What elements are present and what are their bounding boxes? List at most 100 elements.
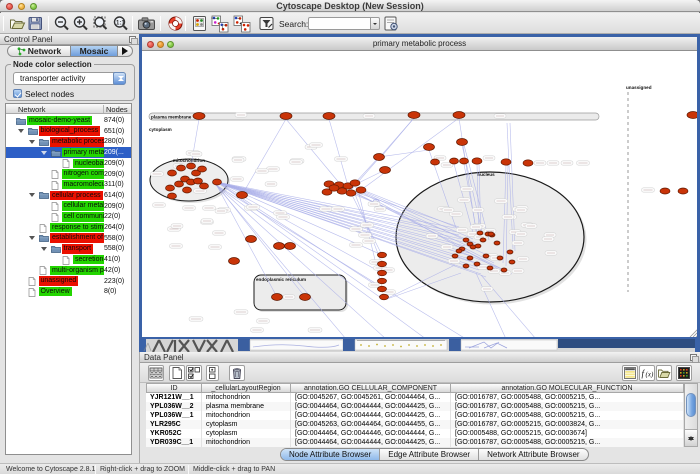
new-attribute-icon[interactable] xyxy=(169,365,185,381)
network-node[interactable] xyxy=(463,264,469,268)
snapshot-camera-icon[interactable] xyxy=(137,15,156,32)
tab-mosaic[interactable]: Mosaic xyxy=(70,46,118,56)
attribute-browser-tab[interactable]: Node Attribute Browser xyxy=(281,449,380,460)
zoom-out-icon[interactable] xyxy=(53,15,70,32)
search-input[interactable] xyxy=(308,17,371,30)
vizmapper-lifesaver-icon[interactable] xyxy=(167,15,184,32)
network-node[interactable] xyxy=(509,260,515,264)
tree-row[interactable]: nucleobase-209(0) xyxy=(6,158,131,169)
network-node[interactable] xyxy=(687,112,697,119)
select-attributes-icon[interactable] xyxy=(186,365,202,381)
network-node[interactable] xyxy=(457,139,468,146)
import-attributes-folder-icon[interactable] xyxy=(656,365,672,381)
network-node[interactable] xyxy=(474,262,480,266)
annotation-icon[interactable] xyxy=(258,15,275,32)
network-node[interactable] xyxy=(408,112,420,119)
network-node[interactable] xyxy=(460,158,469,164)
table-cell[interactable]: [GO:0016787, GO:0005488, GO:0005215, G..… xyxy=(451,411,684,420)
network-node[interactable] xyxy=(246,236,257,243)
tab-network[interactable]: Network xyxy=(8,46,70,56)
tree-row[interactable]: unassigned223(0) xyxy=(6,276,131,287)
network-node[interactable] xyxy=(378,286,387,292)
network-node[interactable] xyxy=(501,268,507,272)
network-node[interactable] xyxy=(378,252,387,258)
table-cell[interactable]: [GO:0044464, GO:0044444, GO:0044425, G..… xyxy=(291,438,451,447)
network-node[interactable] xyxy=(424,144,435,151)
tree-expand-icon[interactable] xyxy=(29,236,35,243)
table-cell[interactable]: YPL036W__2 xyxy=(146,402,202,411)
tree-expand-icon[interactable] xyxy=(41,247,47,254)
network-view-titlebar[interactable]: primary metabolic process xyxy=(142,37,697,51)
tree-row[interactable]: cell communicat22(0) xyxy=(6,211,131,222)
tree-row[interactable]: metabolic process280(0) xyxy=(6,136,131,147)
network-node[interactable] xyxy=(300,294,311,301)
table-cell[interactable]: [GO:0044464, GO:0044444, GO:0044425, G..… xyxy=(291,402,451,411)
tree-row[interactable]: primary metabo209(... xyxy=(6,147,131,158)
scrollbar-arrows[interactable] xyxy=(685,429,697,446)
network-node[interactable] xyxy=(380,167,391,174)
table-cell[interactable]: YJR121W__1 xyxy=(146,393,202,402)
table-cell[interactable]: YPL036W__1 xyxy=(146,411,202,420)
attribute-browser-tab[interactable]: Edge Attribute Browser xyxy=(380,449,479,460)
network-node[interactable] xyxy=(285,243,296,250)
network-node[interactable] xyxy=(660,188,670,194)
copy-network-icon[interactable] xyxy=(233,15,250,32)
network-node[interactable] xyxy=(678,188,688,194)
network-node[interactable] xyxy=(483,254,489,258)
formula-builder-icon[interactable]: f(x) xyxy=(639,365,655,381)
table-cell[interactable]: [GO:0044464, GO:0044444, GO:0044425, G..… xyxy=(291,411,451,420)
network-node[interactable] xyxy=(456,249,462,253)
network-node[interactable] xyxy=(323,113,335,120)
network-node[interactable] xyxy=(272,294,283,301)
network-node[interactable] xyxy=(200,183,209,189)
network-node[interactable] xyxy=(378,270,387,276)
table-cell[interactable]: mitochondrion xyxy=(202,393,291,402)
network-node[interactable] xyxy=(431,159,440,165)
network-canvas[interactable]: plasma membranecytoplasmunassignedmitoch… xyxy=(142,51,697,337)
network-node[interactable] xyxy=(374,154,385,161)
zoom-selected-icon[interactable] xyxy=(92,15,109,32)
network-node[interactable] xyxy=(346,190,356,196)
table-cell[interactable]: mitochondrion xyxy=(202,438,291,447)
network-node[interactable] xyxy=(378,278,387,284)
table-cell[interactable]: [GO:0016787, GO:0005488, GO:0005215, G..… xyxy=(451,402,684,411)
table-cell[interactable]: cytoplasm xyxy=(202,429,291,438)
table-cell[interactable]: plasma membrane xyxy=(202,402,291,411)
tree-expand-icon[interactable] xyxy=(18,129,24,136)
network-node[interactable] xyxy=(523,160,533,166)
network-node[interactable] xyxy=(452,254,458,258)
network-node[interactable] xyxy=(193,113,205,120)
table-cell[interactable]: [GO:0045263, GO:0044464, GO:0044455, G..… xyxy=(291,420,451,429)
network-node[interactable] xyxy=(175,181,184,187)
network-node[interactable] xyxy=(487,266,493,270)
node-color-dropdown[interactable]: transporter activity xyxy=(13,72,126,85)
table-column-header[interactable]: ID xyxy=(146,383,202,393)
attribute-list-icon[interactable] xyxy=(622,365,638,381)
scrollbar-thumb[interactable] xyxy=(686,393,696,417)
network-node[interactable] xyxy=(480,238,486,242)
network-node[interactable] xyxy=(477,231,483,235)
network-node[interactable] xyxy=(488,232,494,236)
network-node[interactable] xyxy=(450,158,459,164)
network-node[interactable] xyxy=(494,241,500,245)
attribute-browser-tab[interactable]: Network Attribute Browser xyxy=(479,449,587,460)
tree-row[interactable]: mosaic-demo-yeast874(0) xyxy=(6,115,131,126)
tree-row[interactable]: response to stimul264(0) xyxy=(6,222,131,233)
table-cell[interactable]: [GO:0016787, GO:0005488, GO:0005215, G..… xyxy=(451,393,684,402)
table-cell[interactable]: [GO:0045267, GO:0045261, GO:0044464, G..… xyxy=(291,393,451,402)
tree-row[interactable]: cellular metabo209(0) xyxy=(6,201,131,212)
tree-row[interactable]: macromolecule311(0) xyxy=(6,179,131,190)
tree-row[interactable]: transport558(0) xyxy=(6,243,131,254)
table-cell[interactable]: [GO:0005488, GO:0005215, GO:0003674] xyxy=(451,429,684,438)
tab-overflow[interactable] xyxy=(118,46,132,56)
network-node[interactable] xyxy=(168,170,177,176)
tree-row[interactable]: cellular process614(0) xyxy=(6,190,131,201)
attribute-table[interactable]: ID_cellularLayoutRegionannotation.GO CEL… xyxy=(146,383,684,447)
network-node[interactable] xyxy=(350,180,360,186)
table-cell[interactable]: [GO:0016787, GO:0005215, GO:0003824, G..… xyxy=(451,420,684,429)
network-node[interactable] xyxy=(229,258,240,265)
network-node[interactable] xyxy=(329,185,339,191)
network-node[interactable] xyxy=(453,112,465,119)
grid-layout-icon[interactable] xyxy=(191,15,208,32)
tree-row[interactable]: biological_process651(0) xyxy=(6,126,131,137)
